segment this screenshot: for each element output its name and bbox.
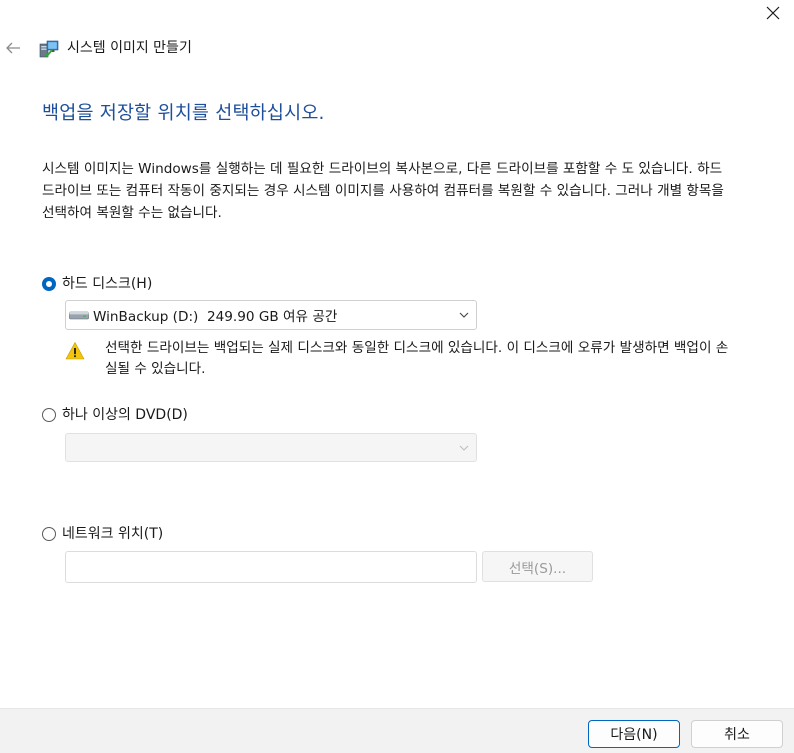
window-title: 시스템 이미지 만들기 xyxy=(67,40,192,56)
network-option[interactable]: 네트워크 위치(T) xyxy=(42,524,163,544)
next-button[interactable]: 다음(N) xyxy=(588,720,680,748)
network-label: 네트워크 위치(T) xyxy=(62,526,164,542)
cancel-button[interactable]: 취소 xyxy=(691,720,783,748)
hard-disk-option[interactable]: 하드 디스크(H) xyxy=(42,274,152,294)
hard-disk-dropdown[interactable]: WinBackup (D:) 249.90 GB 여유 공간 xyxy=(65,300,477,330)
back-arrow-icon xyxy=(6,42,20,54)
network-path-input[interactable] xyxy=(65,551,477,583)
page-heading: 백업을 저장할 위치를 선택하십시오. xyxy=(42,103,325,124)
close-button[interactable] xyxy=(752,0,794,26)
dvd-option[interactable]: 하나 이상의 DVD(D) xyxy=(42,405,188,425)
chevron-down-icon xyxy=(459,445,469,451)
chevron-down-icon xyxy=(459,312,469,318)
warning-icon xyxy=(65,341,85,360)
dvd-label: 하나 이상의 DVD(D) xyxy=(62,407,188,423)
close-icon xyxy=(766,6,780,20)
system-image-backup-icon xyxy=(39,40,59,58)
dvd-dropdown[interactable] xyxy=(65,433,477,462)
dvd-radio[interactable] xyxy=(42,408,56,422)
hard-drive-icon xyxy=(69,311,89,320)
back-button[interactable] xyxy=(2,36,24,60)
hard-disk-label: 하드 디스크(H) xyxy=(62,276,153,292)
browse-button[interactable]: 선택(S)... xyxy=(482,551,593,582)
description-text: 시스템 이미지는 Windows를 실행하는 데 필요한 드라이브의 복사본으로… xyxy=(42,161,724,221)
hard-disk-radio[interactable] xyxy=(42,277,56,291)
warning-message: 선택한 드라이브는 백업되는 실제 디스크와 동일한 디스크에 있습니다. 이 … xyxy=(105,340,729,377)
hard-disk-dropdown-value: WinBackup (D:) 249.90 GB 여유 공간 xyxy=(93,309,338,325)
network-radio[interactable] xyxy=(42,527,56,541)
